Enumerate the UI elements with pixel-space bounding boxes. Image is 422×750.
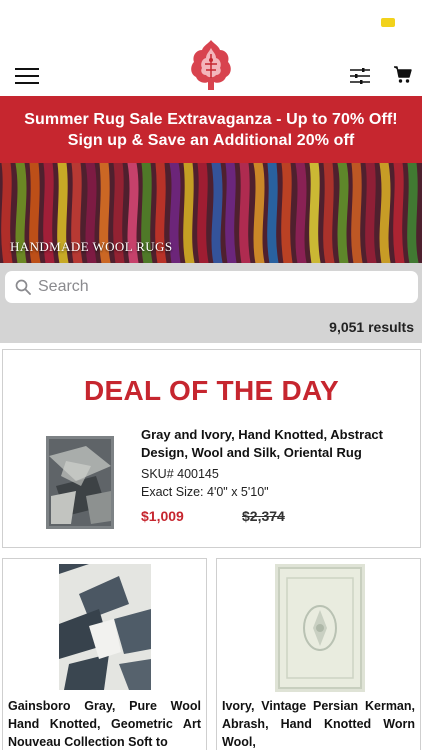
search-area: Search 9,051 results [0, 263, 422, 343]
search-input[interactable]: Search [5, 271, 418, 303]
deal-size: Exact Size: 4'0" x 5'10" [141, 485, 269, 499]
search-placeholder: Search [38, 278, 89, 295]
filter-sliders-icon[interactable] [350, 68, 370, 84]
product-rug-image[interactable] [59, 564, 151, 690]
promo-line-1: Summer Rug Sale Extravaganza - Up to 70%… [24, 110, 398, 128]
hero-label: HANDMADE WOOL RUGS [10, 239, 173, 254]
deal-product-name[interactable]: Gray and Ivory, Hand Knotted, Abstract D… [141, 426, 407, 462]
promo-line-2: Sign up & Save an Additional 20% off [67, 131, 355, 149]
cart-icon[interactable] [394, 66, 412, 84]
search-icon [15, 279, 31, 295]
hero-banner[interactable]: HANDMADE WOOL RUGS [0, 163, 422, 263]
promo-banner[interactable]: Summer Rug Sale Extravaganza - Up to 70%… [0, 96, 422, 163]
results-count: 9,051 results [329, 319, 414, 335]
product-card[interactable]: Ivory, Vintage Persian Kerman, Abrash, H… [216, 558, 421, 750]
product-card[interactable]: Gainsboro Gray, Pure Wool Hand Knotted, … [2, 558, 207, 750]
product-name[interactable]: Ivory, Vintage Persian Kerman, Abrash, H… [222, 697, 415, 750]
product-name[interactable]: Gainsboro Gray, Pure Wool Hand Knotted, … [8, 697, 201, 750]
deal-of-the-day-card[interactable]: DEAL OF THE DAY Gray and Ivory, Hand Kno… [2, 349, 421, 548]
deal-rug-image[interactable] [46, 436, 114, 529]
deal-original-price: $2,374 [242, 508, 285, 524]
deal-price: $1,009 [141, 508, 184, 524]
hamburger-icon[interactable] [15, 68, 39, 84]
battery-icon [381, 18, 395, 27]
product-rug-image[interactable] [275, 564, 365, 692]
logo[interactable] [186, 38, 236, 92]
app-header [0, 40, 422, 96]
deal-sku: SKU# 400145 [141, 467, 219, 481]
deal-heading: DEAL OF THE DAY [84, 375, 339, 406]
